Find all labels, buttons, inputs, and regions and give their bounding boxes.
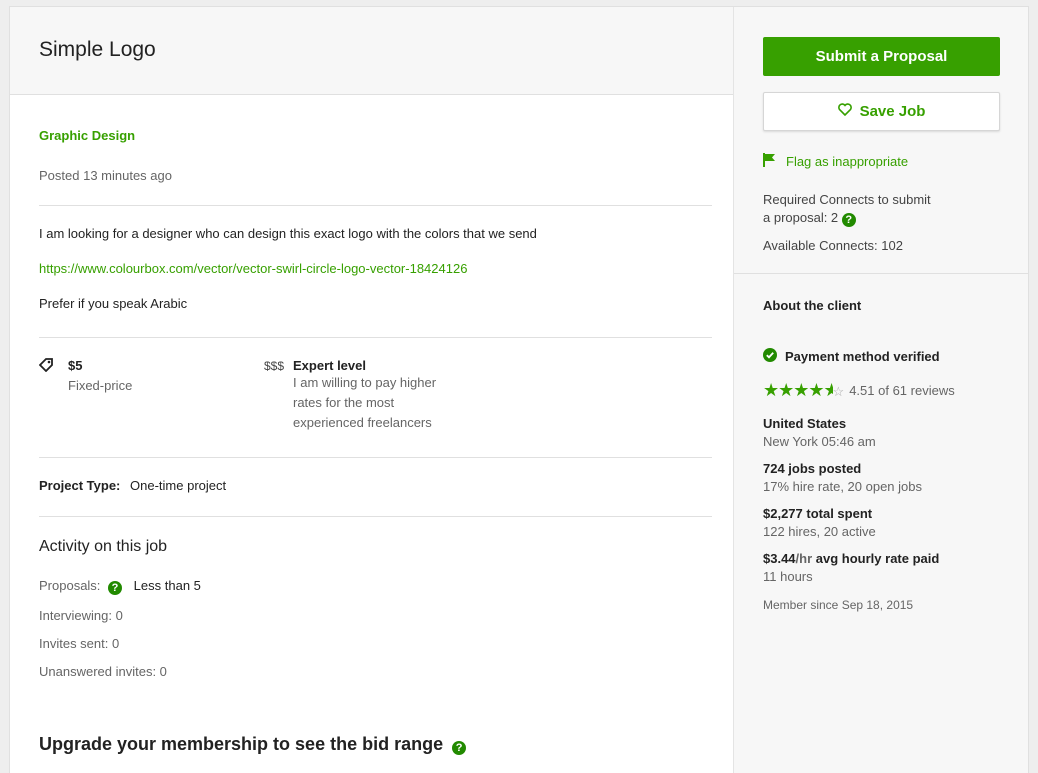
- job-title: Simple Logo: [39, 38, 156, 61]
- job-meta: Graphic Design Posted 13 minutes ago: [39, 95, 704, 205]
- hourly-amount: $3.44: [763, 551, 796, 566]
- activity-title: Activity on this job: [39, 538, 168, 555]
- help-icon[interactable]: ?: [841, 213, 856, 227]
- payment-verified-label: Payment method verified: [785, 349, 940, 364]
- job-main-column: Simple Logo Graphic Design Posted 13 min…: [10, 7, 733, 773]
- price-type: Fixed-price: [68, 378, 133, 393]
- job-terms: $5 Fixed-price $$$ Expert level I am wil…: [38, 338, 704, 457]
- job-title-bar: Simple Logo: [10, 7, 733, 95]
- save-job-button[interactable]: Save Job: [763, 92, 1000, 131]
- job-description: I am looking for a designer who can desi…: [39, 206, 704, 337]
- heart-icon: [837, 103, 852, 120]
- save-job-label: Save Job: [859, 103, 926, 120]
- total-spent: $2,277 total spent: [763, 506, 873, 521]
- experience-level: Expert level: [293, 358, 366, 373]
- available-connects: Available Connects: 102: [763, 238, 903, 253]
- posted-time: Posted 13 minutes ago: [39, 168, 172, 183]
- upgrade-notice: Upgrade your membership to see the bid r…: [39, 734, 704, 755]
- price-block: $5 Fixed-price: [68, 358, 132, 393]
- upgrade-text: Upgrade your membership to see the bid r…: [39, 734, 444, 754]
- interviewing-count: Interviewing: 0: [39, 608, 123, 623]
- hours-billed: 11 hours: [763, 569, 813, 584]
- price-tag-icon: [38, 358, 53, 377]
- proposals-label: Proposals:: [39, 578, 101, 593]
- flag-icon: [763, 153, 776, 170]
- description-text-2: Prefer if you speak Arabic: [39, 296, 188, 311]
- client-info: About the client Payment method verified…: [734, 274, 1028, 612]
- actions-panel: Submit a Proposal Save Job Flag as inapp…: [734, 7, 1028, 274]
- invites-sent-count: Invites sent: 0: [39, 636, 120, 651]
- client-heading: About the client: [763, 298, 862, 313]
- project-type-value: One-time project: [130, 478, 227, 493]
- client-jobs: 724 jobs posted 17% hire rate, 20 open j…: [763, 461, 1001, 494]
- client-location: United States New York 05:46 am: [763, 416, 1001, 449]
- level-description-3: experienced freelancers: [293, 415, 432, 430]
- job-category-link[interactable]: Graphic Design: [39, 128, 704, 143]
- dollar-signs-icon: $$$: [264, 359, 285, 373]
- level-description-2: rates for the most: [293, 395, 395, 410]
- help-icon[interactable]: ?: [452, 741, 467, 755]
- job-sidebar: Submit a Proposal Save Job Flag as inapp…: [733, 7, 1028, 773]
- submit-proposal-button[interactable]: Submit a Proposal: [763, 37, 1000, 76]
- level-description-1: I am willing to pay higher: [293, 375, 437, 390]
- jobs-posted: 724 jobs posted: [763, 461, 862, 476]
- project-type-label: Project Type:: [39, 478, 121, 493]
- connects-required-line2: a proposal: 2 ?: [763, 209, 931, 227]
- client-rating: ★★★★★☆ 4.51 of 61 reviews: [763, 380, 1001, 401]
- hire-rate: 17% hire rate, 20 open jobs: [763, 479, 922, 494]
- reference-link[interactable]: https://www.colourbox.com/vector/vector-…: [39, 261, 704, 276]
- project-type: Project Type: One-time project: [39, 458, 704, 516]
- connects-required-line1: Required Connects to submit: [763, 192, 931, 207]
- client-spent: $2,277 total spent 122 hires, 20 active: [763, 506, 1001, 539]
- activity-section: Activity on this job Proposals: ? Less t…: [39, 517, 704, 755]
- unanswered-invites-count: Unanswered invites: 0: [39, 664, 167, 679]
- flag-link[interactable]: Flag as inappropriate: [763, 153, 908, 170]
- description-text-1: I am looking for a designer who can desi…: [39, 226, 537, 241]
- member-since: Member since Sep 18, 2015: [763, 598, 914, 612]
- payment-verified: Payment method verified: [763, 348, 1001, 365]
- hourly-label: avg hourly rate paid: [812, 551, 940, 566]
- rating-text: 4.51 of 61 reviews: [849, 383, 955, 398]
- hourly-unit: /hr: [795, 551, 813, 566]
- check-circle-icon: [763, 348, 777, 365]
- level-block: Expert level I am willing to pay higher …: [293, 358, 436, 433]
- proposals-value: Less than 5: [133, 578, 201, 593]
- job-details-card: Simple Logo Graphic Design Posted 13 min…: [9, 6, 1029, 773]
- client-hourly: $3.44/hr avg hourly rate paid 11 hours: [763, 551, 1001, 584]
- client-city-time: New York 05:46 am: [763, 434, 876, 449]
- help-icon[interactable]: ?: [108, 581, 123, 595]
- connects-required-value: a proposal: 2: [763, 210, 839, 225]
- flag-label: Flag as inappropriate: [786, 154, 909, 169]
- proposals-row: Proposals: ? Less than 5: [39, 578, 704, 595]
- price-amount: $5: [68, 358, 83, 373]
- star-rating-icon: ★★★★★☆: [763, 380, 844, 400]
- hourly-rate: $3.44/hr avg hourly rate paid: [763, 551, 1001, 566]
- client-country: United States: [763, 416, 847, 431]
- hires-count: 122 hires, 20 active: [763, 524, 876, 539]
- connects-info: Required Connects to submit a proposal: …: [763, 191, 931, 255]
